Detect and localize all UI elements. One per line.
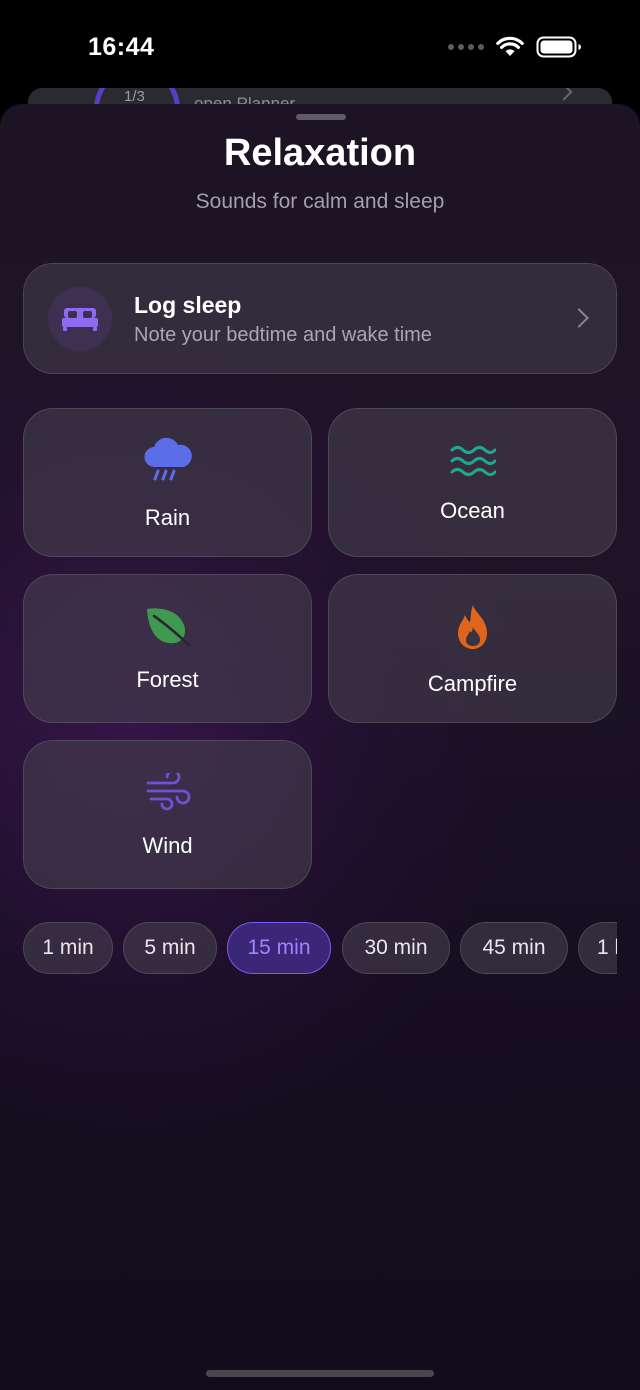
- sound-tile-campfire[interactable]: Campfire: [328, 574, 617, 723]
- sound-label: Forest: [136, 667, 199, 692]
- battery-icon: [536, 36, 581, 58]
- log-sleep-button[interactable]: Log sleep Note your bedtime and wake tim…: [23, 263, 617, 374]
- chevron-right-icon: [555, 88, 573, 101]
- bed-icon: [48, 287, 112, 351]
- duration-chip-45-min[interactable]: 45 min: [460, 922, 568, 974]
- log-sleep-subtitle: Note your bedtime and wake time: [134, 324, 432, 346]
- duration-chip-15-min[interactable]: 15 min: [227, 922, 331, 974]
- home-indicator[interactable]: [206, 1370, 434, 1377]
- sound-label: Rain: [144, 505, 191, 530]
- sound-tile-rain[interactable]: Rain: [23, 408, 312, 557]
- leaf-icon: [24, 605, 311, 647]
- sound-label: Wind: [142, 833, 193, 858]
- chevron-right-icon: [569, 308, 589, 328]
- sheet-title: Relaxation: [223, 132, 417, 174]
- flame-icon: [329, 603, 616, 651]
- sound-tile-forest[interactable]: Forest: [23, 574, 312, 723]
- rain-cloud-icon: [24, 437, 311, 485]
- relaxation-sheet: Relaxation Sounds for calm and sleep Log…: [0, 104, 640, 1390]
- waves-icon: [329, 443, 616, 479]
- duration-chip-1-h[interactable]: 1 h: [578, 922, 617, 974]
- duration-selector: 1 min 5 min 15 min 30 min 45 min 1 h: [23, 922, 617, 976]
- sound-tile-wind[interactable]: Wind: [23, 740, 312, 889]
- progress-count: 1/3: [124, 88, 145, 105]
- status-time: 16:44: [88, 33, 155, 61]
- sound-label: Campfire: [427, 671, 518, 696]
- duration-chip-5-min[interactable]: 5 min: [123, 922, 217, 974]
- sound-label: Ocean: [440, 498, 505, 523]
- screen: 16:44 1/3 open Planner Relaxation Sounds: [0, 0, 640, 1390]
- sheet-subtitle: Sounds for calm and sleep: [195, 190, 445, 213]
- cellular-signal-icon: [448, 44, 484, 50]
- sound-tile-ocean[interactable]: Ocean: [328, 408, 617, 557]
- sheet-grabber[interactable]: [296, 114, 346, 120]
- status-icons: [448, 36, 582, 58]
- wind-icon: [24, 773, 311, 811]
- status-bar: 16:44: [0, 0, 640, 95]
- duration-chip-30-min[interactable]: 30 min: [342, 922, 450, 974]
- wifi-icon: [496, 36, 524, 56]
- log-sleep-title: Log sleep: [134, 292, 242, 318]
- duration-chip-1-min[interactable]: 1 min: [23, 922, 113, 974]
